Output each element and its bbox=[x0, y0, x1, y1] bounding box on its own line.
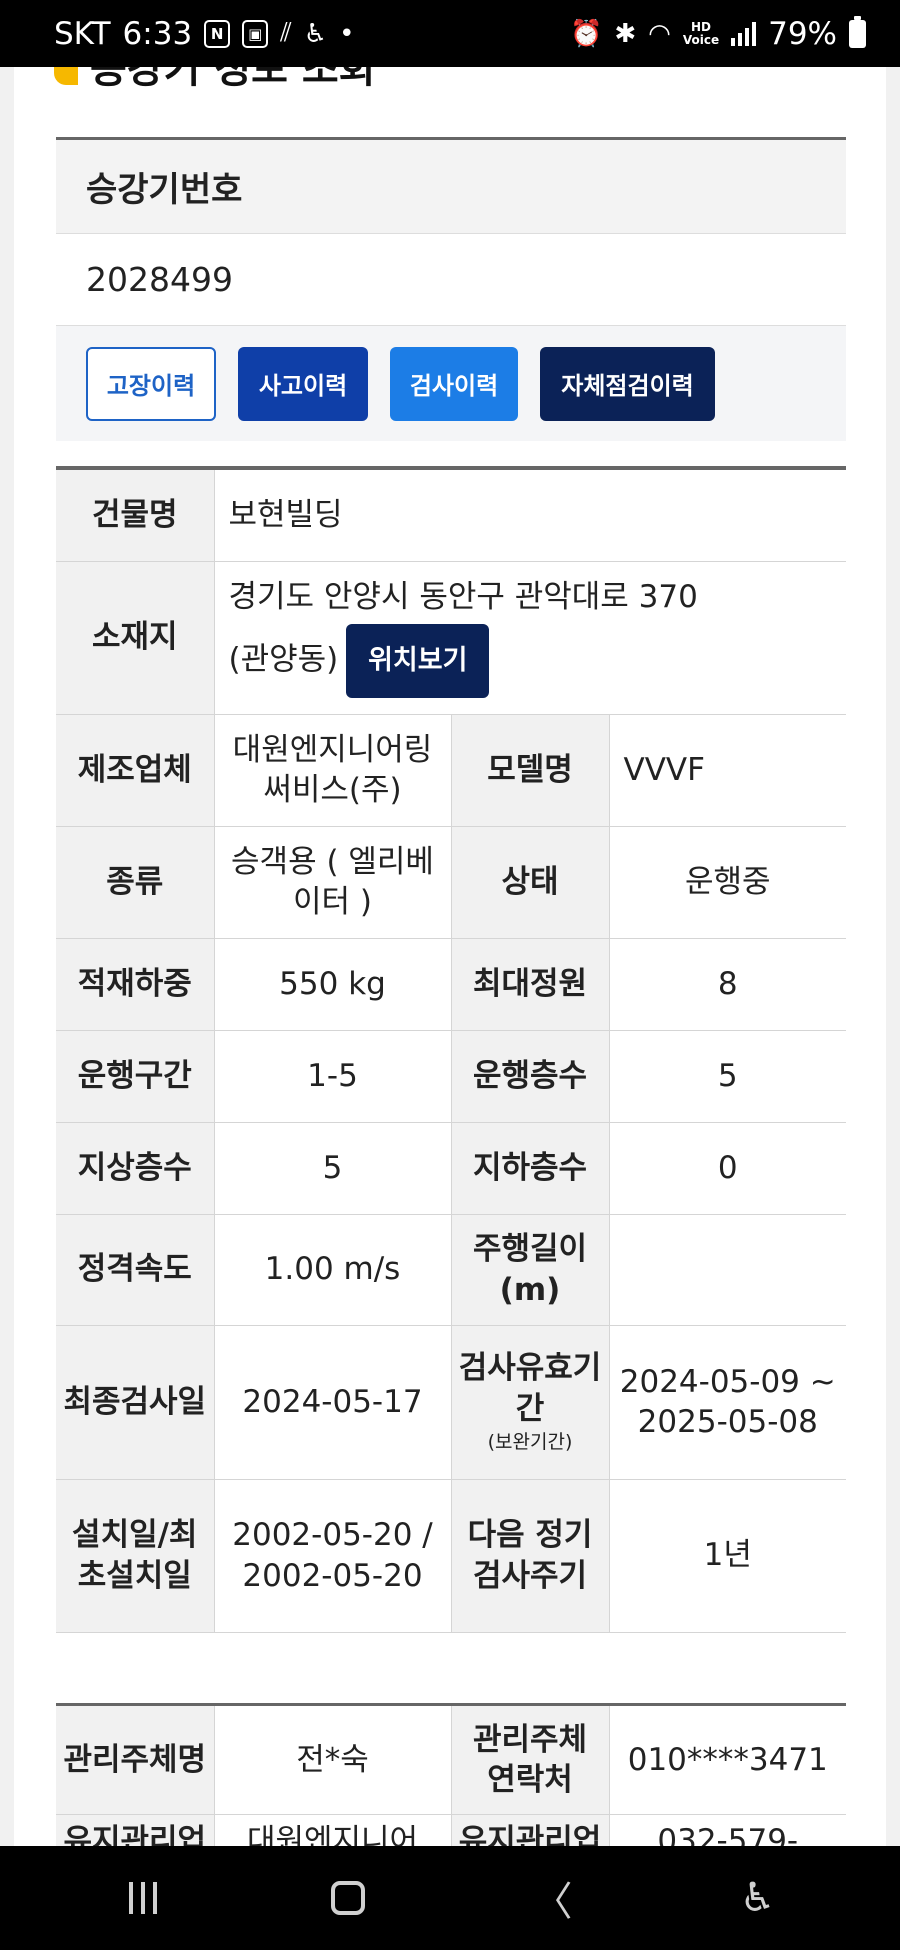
manufacturer-value: 대원엔지니어링써비스(주) bbox=[213, 713, 452, 827]
address-line1: 경기도 안양시 동안구 관악대로 370 bbox=[228, 579, 698, 616]
wifi-icon: ◠ bbox=[648, 18, 671, 49]
system-navigation-bar: 〈 ♿ bbox=[0, 1846, 900, 1950]
travel-label: 주행길이(m) bbox=[450, 1213, 610, 1326]
status-right: ⏰ ✱ ◠ HD Voice 79% bbox=[569, 15, 866, 52]
address-line2-row: (관양동) 위치보기 bbox=[228, 623, 841, 698]
table-row: 설치일/최초설치일 2002-05-20 / 2002-05-20 다음 정기 … bbox=[56, 1478, 847, 1633]
table-row: 제조업체 대원엔지니어링써비스(주) 모델명 VVVF bbox=[56, 713, 847, 827]
table-row: 관리주체명 전*숙 관리주체 연락처 010****3471 bbox=[56, 1704, 846, 1815]
install-label: 설치일/최초설치일 bbox=[56, 1478, 215, 1633]
next-cycle-label: 다음 정기 검사주기 bbox=[450, 1478, 610, 1633]
building-value: 보현빌딩 bbox=[213, 467, 847, 562]
elevator-info-card: 승강기 정보 조회 승강기번호 2028499 고장이력 사고이력 검사이력 자… bbox=[14, 30, 886, 1850]
section-label: 운행구간 bbox=[56, 1029, 215, 1123]
owner-label: 관리주체명 bbox=[56, 1704, 215, 1815]
type-value: 승객용 ( 엘리베이터 ) bbox=[213, 825, 452, 939]
state-label: 상태 bbox=[450, 825, 610, 939]
table-row: 적재하중 550 kg 최대정원 8 bbox=[56, 937, 847, 1031]
alarm-icon: ⏰ bbox=[569, 18, 603, 49]
maintenance-label: 유지관리업 bbox=[56, 1814, 215, 1850]
battery-icon bbox=[849, 15, 866, 48]
table-row: 운행구간 1-5 운행층수 5 bbox=[56, 1029, 847, 1123]
table-row: 건물명 보현빌딩 bbox=[56, 467, 847, 562]
home-icon[interactable] bbox=[308, 1858, 388, 1938]
owner-contact-label: 관리주체 연락처 bbox=[450, 1704, 610, 1815]
home-square bbox=[330, 1881, 365, 1915]
clock: 6:33 bbox=[122, 15, 193, 52]
floors-value: 5 bbox=[608, 1029, 847, 1123]
building-label: 건물명 bbox=[56, 467, 215, 562]
speed-value: 1.00 m/s bbox=[213, 1213, 452, 1326]
back-icon[interactable]: 〈 bbox=[513, 1858, 593, 1938]
signal-wave-icon: ⫽ bbox=[280, 18, 292, 48]
carrier-label: SKT bbox=[54, 15, 111, 52]
address-cell: 경기도 안양시 동안구 관악대로 370 (관양동) 위치보기 bbox=[213, 560, 847, 715]
table-row: 종류 승객용 ( 엘리베이터 ) 상태 운행중 bbox=[56, 825, 847, 939]
capacity-value: 8 bbox=[608, 937, 847, 1031]
accessibility-person-icon: ♿ bbox=[303, 18, 328, 49]
fault-history-button[interactable]: 고장이력 bbox=[86, 346, 216, 421]
accident-history-button[interactable]: 사고이력 bbox=[238, 346, 368, 421]
more-notifications-dot-icon: • bbox=[339, 18, 355, 49]
above-ground-value: 5 bbox=[213, 1121, 452, 1215]
hd-voice-icon: HD Voice bbox=[682, 19, 720, 47]
maintenance-contact-label: 유지관리업 bbox=[450, 1814, 610, 1850]
bluetooth-icon: ✱ bbox=[614, 18, 637, 49]
validity-label: 검사유효기간 bbox=[458, 1350, 602, 1427]
recent-apps-icon[interactable] bbox=[103, 1858, 183, 1938]
accessibility-icon[interactable]: ♿ bbox=[718, 1858, 798, 1938]
address-label: 소재지 bbox=[56, 560, 215, 715]
validity-label-cell: 검사유효기간 (보완기간) bbox=[450, 1324, 610, 1480]
owner-contact-value: 010****3471 bbox=[608, 1704, 846, 1815]
recent-apps-bars bbox=[128, 1882, 157, 1914]
battery-percent: 79% bbox=[768, 15, 837, 52]
elevator-detail-table: 건물명 보현빌딩 소재지 경기도 안양시 동안구 관악대로 370 (관양동) 위… bbox=[56, 466, 847, 1633]
table-row: 최종검사일 2024-05-17 검사유효기간 (보완기간) 2024-05-0… bbox=[56, 1324, 847, 1480]
elevator-number-value: 2028499 bbox=[56, 234, 846, 326]
last-inspection-label: 최종검사일 bbox=[56, 1324, 215, 1480]
shield-app-icon: ▣ bbox=[242, 19, 269, 48]
table-row: 소재지 경기도 안양시 동안구 관악대로 370 (관양동) 위치보기 bbox=[56, 560, 847, 715]
status-bar: SKT 6:33 N ▣ ⫽ ♿ • ⏰ ✱ ◠ HD Voice 79% bbox=[0, 0, 900, 67]
elevator-number-block: 승강기번호 2028499 고장이력 사고이력 검사이력 자체점검이력 bbox=[56, 137, 846, 441]
elevator-number-label: 승강기번호 bbox=[56, 140, 846, 234]
naver-notification-icon: N bbox=[204, 19, 231, 48]
location-button[interactable]: 위치보기 bbox=[346, 623, 490, 698]
validity-value: 2024-05-09 ~ 2025-05-08 bbox=[608, 1324, 847, 1480]
below-ground-label: 지하층수 bbox=[450, 1121, 610, 1215]
below-ground-value: 0 bbox=[608, 1121, 847, 1215]
table-row: 정격속도 1.00 m/s 주행길이(m) bbox=[56, 1213, 847, 1326]
model-label: 모델명 bbox=[450, 713, 610, 827]
self-check-history-button[interactable]: 자체점검이력 bbox=[540, 346, 715, 421]
manufacturer-label: 제조업체 bbox=[56, 713, 215, 827]
type-label: 종류 bbox=[56, 825, 215, 939]
inspection-history-button[interactable]: 검사이력 bbox=[390, 346, 518, 421]
validity-sub-label: (보완기간) bbox=[487, 1431, 573, 1453]
status-left: SKT 6:33 N ▣ ⫽ ♿ • bbox=[54, 16, 354, 52]
speed-label: 정격속도 bbox=[56, 1213, 215, 1326]
section-value: 1-5 bbox=[213, 1029, 452, 1123]
above-ground-label: 지상층수 bbox=[56, 1121, 215, 1215]
table-row: 지상층수 5 지하층수 0 bbox=[56, 1121, 847, 1215]
maintenance-value: 대원엔지니어 bbox=[213, 1814, 452, 1850]
travel-value bbox=[608, 1213, 847, 1326]
load-value: 550 kg bbox=[213, 937, 452, 1031]
capacity-label: 최대정원 bbox=[450, 937, 610, 1031]
maintenance-contact-value: 032-579- bbox=[608, 1814, 846, 1850]
management-table: 관리주체명 전*숙 관리주체 연락처 010****3471 유지관리업 대원엔… bbox=[56, 1703, 846, 1850]
load-label: 적재하중 bbox=[56, 937, 215, 1031]
last-inspection-value: 2024-05-17 bbox=[213, 1324, 452, 1480]
cell-signal-icon bbox=[731, 21, 757, 46]
floors-label: 운행층수 bbox=[450, 1029, 610, 1123]
table-row: 유지관리업 대원엔지니어 유지관리업 032-579- bbox=[56, 1814, 846, 1850]
state-value: 운행중 bbox=[608, 825, 847, 939]
history-button-row: 고장이력 사고이력 검사이력 자체점검이력 bbox=[56, 326, 846, 441]
next-cycle-value: 1년 bbox=[608, 1478, 847, 1633]
owner-value: 전*숙 bbox=[213, 1704, 452, 1815]
address-line2: (관양동) bbox=[228, 641, 339, 678]
install-value: 2002-05-20 / 2002-05-20 bbox=[213, 1478, 452, 1633]
model-value: VVVF bbox=[608, 713, 847, 827]
